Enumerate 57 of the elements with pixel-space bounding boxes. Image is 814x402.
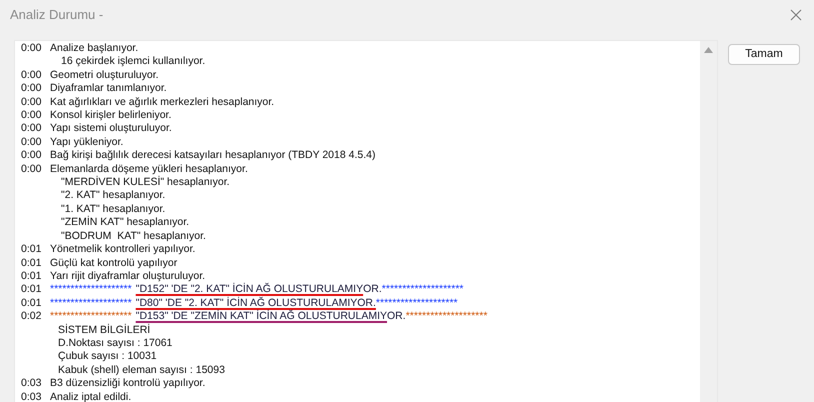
- window-title: Analiz Durumu -: [10, 6, 104, 24]
- log-message: "D153" 'DE "ZEMİN KAT" İCİN AĞ OLUSTURULAMIY: [136, 310, 388, 324]
- log-stars: ********************: [50, 310, 132, 324]
- log-message: Güçlü kat kontrolü yapılıyor: [50, 256, 178, 270]
- log-detail: SİSTEM BİLGİLERİ: [58, 324, 150, 336]
- log-detail: "1. KAT" hesaplanıyor.: [61, 202, 166, 215]
- log-message: Analiz iptal edildi.: [50, 390, 132, 402]
- ok-button[interactable]: Tamam: [728, 44, 800, 66]
- log-detail: "BODRUM KAT" hesaplanıyor.: [61, 230, 206, 242]
- log-message: Kat ağırlıkları ve ağırlık merkezleri hesaplanıyor.: [50, 96, 274, 110]
- log-stars: ********************: [406, 310, 488, 324]
- log-message-end: OR.: [363, 283, 382, 297]
- log-stars: ********************: [376, 296, 458, 310]
- scrollbar[interactable]: [700, 41, 717, 402]
- log-time: 0:00: [21, 109, 42, 122]
- close-icon[interactable]: [790, 9, 802, 21]
- log-time: 0:02: [21, 310, 42, 324]
- log-time: 0:01: [21, 256, 42, 270]
- log-stars: ********************: [50, 296, 132, 310]
- log-time: 0:00: [21, 162, 42, 176]
- log-time: 0:00: [21, 136, 42, 150]
- log-detail: "MERDİVEN KULESİ" hesaplanıyor.: [61, 176, 230, 188]
- log-message: Yapı sistemi oluşturuluyor.: [50, 122, 172, 136]
- log-time: 0:00: [21, 82, 42, 96]
- log-time: 0:00: [21, 68, 42, 82]
- log-time: 0:00: [21, 149, 42, 163]
- log-stars: ********************: [50, 283, 132, 297]
- log-message-end: OR.: [387, 310, 406, 324]
- log-message: Yönetmelik kontrolleri yapılıyor.: [50, 243, 196, 256]
- log-time: 0:01: [21, 283, 42, 297]
- log-detail: D.Noktası sayısı : 17061: [58, 336, 172, 349]
- log-time: 0:01: [21, 296, 42, 310]
- log-time: 0:01: [21, 270, 42, 284]
- log-detail: "ZEMİN KAT" hesaplanıyor.: [61, 216, 190, 228]
- log-time: 0:00: [21, 122, 42, 136]
- log-message: "D80" 'DE "2. KAT" İCİN AĞ OLUSTURULAMIYOR.: [136, 296, 376, 310]
- log-message: "D152" 'DE "2. KAT" İCİN AĞ OLUSTURULAMIY: [136, 283, 364, 296]
- log-detail: 16 çekirdek işlemci kullanılıyor.: [61, 55, 206, 68]
- log-message: Yapı yükleniyor.: [50, 136, 124, 150]
- log-message: Konsol kirişler belirleniyor.: [50, 109, 172, 122]
- log-stars: ********************: [382, 283, 464, 297]
- log-time: 0:03: [21, 377, 42, 391]
- log-message: Yarı rijit diyaframlar oluşturuluyor.: [50, 270, 206, 284]
- scroll-up-icon[interactable]: [704, 47, 713, 53]
- log-time: 0:03: [21, 390, 42, 402]
- log-detail: "2. KAT" hesaplanıyor.: [61, 189, 166, 202]
- log-time: 0:01: [21, 243, 42, 256]
- log-message: Analize başlanıyor.: [50, 42, 138, 56]
- log-detail: Kabuk (shell) eleman sayısı : 15093: [58, 364, 225, 376]
- log-message: Bağ kirişi bağlılık derecesi katsayıları hesaplanıyor (TBDY 2018 4.5.4): [50, 149, 376, 163]
- log-detail: Çubuk sayısı : 10031: [58, 350, 157, 362]
- log-time: 0:00: [21, 42, 42, 56]
- log-message: B3 düzensizliği kontrolü yapılıyor.: [50, 377, 206, 391]
- log-message: Elemanlarda döşeme yükleri hesaplanıyor.: [50, 162, 248, 176]
- log-message: Geometri oluşturuluyor.: [50, 68, 159, 82]
- log-time: 0:00: [21, 96, 42, 110]
- log-message: Diyaframlar tanımlanıyor.: [50, 82, 167, 96]
